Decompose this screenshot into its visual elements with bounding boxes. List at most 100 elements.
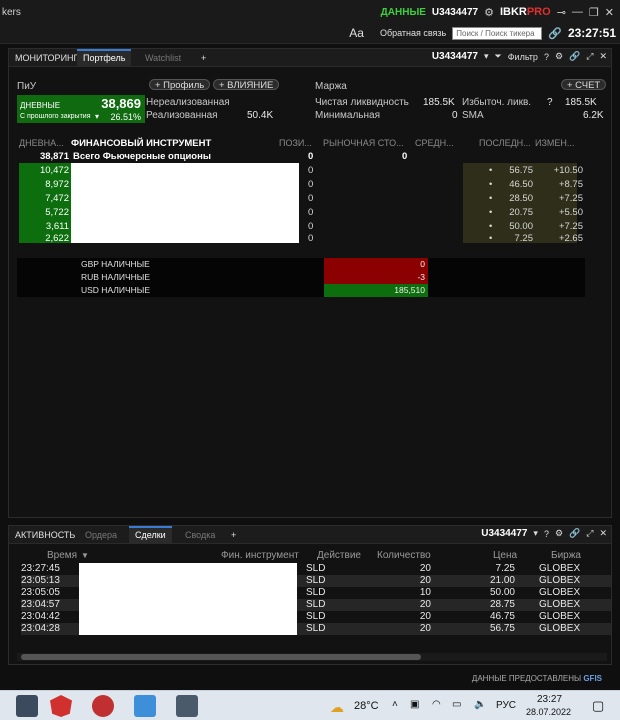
col-action[interactable]: Действие — [317, 550, 361, 562]
settings-gear-icon[interactable]: ⚙ — [555, 528, 563, 539]
settings-gear-icon[interactable]: ⚙ — [555, 51, 563, 62]
minimal-label: Минимальная — [315, 110, 381, 121]
col-change[interactable]: ИЗМЕН... — [535, 137, 574, 150]
realized-value: 50.4K — [247, 110, 274, 121]
cash-row-gbp[interactable]: GBP НАЛИЧНЫЕ 0 — [17, 258, 585, 271]
tray-chevron-icon[interactable]: ˄ — [392, 699, 398, 710]
excess-liquidity-value: 185.5K — [565, 97, 597, 108]
row-position: 0 — [308, 165, 314, 176]
wifi-icon[interactable]: ◠ — [432, 699, 441, 710]
filter-button[interactable]: Фильтр — [508, 52, 538, 62]
add-tab-button[interactable]: + — [195, 49, 212, 67]
row-change: +2.65 — [558, 233, 583, 244]
row-last: 46.50 — [509, 179, 533, 190]
link-icon[interactable]: 🔗 — [548, 27, 562, 40]
brand-logo: IBKRPRO — [499, 6, 551, 18]
tab-watchlist[interactable]: Watchlist — [139, 49, 187, 67]
panel-account-id[interactable]: U3434477 — [481, 528, 527, 539]
cash-row-usd[interactable]: USD НАЛИЧНЫЕ 185,510 — [17, 284, 585, 297]
file-explorer-icon[interactable] — [16, 695, 38, 717]
sma-label: SMA — [462, 110, 484, 121]
tab-monitoring[interactable]: МОНИТОРИНГ — [9, 49, 84, 67]
panel-account-id[interactable]: U3434477 — [432, 51, 478, 62]
close-panel-icon[interactable]: ✕ — [599, 528, 607, 539]
influence-button[interactable]: + ВЛИЯНИЕ — [213, 79, 280, 91]
network-icon[interactable]: ▭ — [452, 699, 461, 710]
restore-icon[interactable]: ❐ — [589, 6, 599, 19]
position-row[interactable]: 7,472 0 • 28.50 +7.25 — [19, 192, 585, 205]
total-row[interactable]: 38,871 Всего Фьючерсные опционы 0 0 — [19, 150, 585, 163]
tab-summary[interactable]: Сводка — [179, 526, 221, 544]
clock: 23:27:51 — [567, 26, 616, 40]
volume-icon[interactable]: 🔈 — [474, 699, 486, 710]
col-time[interactable]: Время — [47, 550, 77, 562]
photos-icon[interactable] — [134, 695, 156, 717]
tab-orders[interactable]: Ордера — [79, 526, 123, 544]
angular-icon[interactable] — [50, 695, 72, 717]
excess-help-icon[interactable]: ? — [547, 97, 553, 108]
cash-row-rub[interactable]: RUB НАЛИЧНЫЕ -3 — [17, 271, 585, 284]
calculator-icon[interactable] — [176, 695, 198, 717]
close-panel-icon[interactable]: ✕ — [599, 51, 607, 62]
trade-action: SLD — [306, 611, 326, 622]
position-row[interactable]: 2,622 0 • 7.25 +2.65 — [19, 232, 585, 245]
col-last[interactable]: ПОСЛЕДН... — [479, 137, 531, 150]
feedback-link[interactable]: Обратная связь — [380, 28, 446, 38]
add-tab-button[interactable]: + — [225, 526, 242, 544]
filter-icon[interactable]: ⏷ — [495, 51, 502, 62]
minimize-icon[interactable]: — — [572, 6, 583, 18]
tab-activity[interactable]: АКТИВНОСТЬ — [9, 526, 81, 544]
temperature[interactable]: 28°C — [354, 700, 379, 712]
col-avg-price[interactable]: СРЕДН... — [415, 137, 454, 150]
ticker-search-input[interactable]: Поиск / Поиск тикера — [452, 26, 543, 40]
app-icon[interactable] — [92, 695, 114, 717]
position-row[interactable]: 8,972 0 • 46.50 +8.75 — [19, 178, 585, 191]
close-icon[interactable]: ✕ — [605, 6, 614, 19]
cash-value: 185,510 — [324, 284, 428, 297]
font-size-button[interactable]: Aa — [349, 26, 364, 40]
account-id[interactable]: U3434477 — [432, 7, 478, 18]
net-liquidity-label: Чистая ликвидность — [315, 97, 409, 108]
total-instrument: Всего Фьючерсные опционы — [73, 151, 211, 162]
minimal-value: 0 — [452, 110, 458, 121]
expand-icon[interactable]: ⤢ — [586, 51, 593, 62]
taskbar-time[interactable]: 23:27 — [537, 694, 562, 705]
scrollbar-thumb[interactable] — [21, 654, 421, 660]
col-price[interactable]: Цена — [493, 550, 517, 562]
col-exchange[interactable]: Биржа — [551, 550, 581, 562]
position-row[interactable]: 5,722 0 • 20.75 +5.50 — [19, 206, 585, 219]
tab-portfolio[interactable]: Портфель — [77, 49, 132, 67]
chevron-down-icon[interactable]: ▾ — [484, 51, 489, 62]
trade-price: 50.00 — [489, 587, 515, 598]
trade-action: SLD — [306, 599, 326, 610]
col-position[interactable]: ПОЗИ... — [279, 137, 312, 150]
link-icon[interactable]: 🔗 — [569, 51, 580, 62]
expand-icon[interactable]: ⤢ — [586, 528, 593, 539]
col-instrument[interactable]: Фин. инструмент — [221, 550, 299, 562]
gear-icon[interactable]: ⚙ — [484, 6, 494, 19]
notifications-icon[interactable]: ▢ — [592, 698, 604, 714]
help-icon[interactable]: ? — [544, 529, 549, 539]
taskbar-date[interactable]: 28.07.2022 — [526, 707, 571, 717]
horizontal-scrollbar[interactable] — [17, 653, 607, 661]
realized-label: Реализованная — [146, 110, 218, 121]
help-icon[interactable]: ? — [544, 52, 549, 62]
col-market-value[interactable]: РЫНОЧНАЯ СТО... — [323, 137, 404, 150]
camera-icon[interactable]: ▣ — [410, 699, 419, 710]
link-icon[interactable]: 🔗 — [569, 528, 580, 539]
col-quantity[interactable]: Количество — [377, 550, 431, 562]
account-button[interactable]: + СЧЕТ — [561, 79, 607, 91]
profile-button[interactable]: + Профиль — [149, 79, 211, 91]
chevron-down-icon[interactable]: ▾ — [533, 528, 538, 539]
weather-icon[interactable]: ☁ — [330, 699, 344, 716]
since-close-label: С прошлого закрытия — [20, 113, 91, 120]
tab-trades[interactable]: Сделки — [129, 526, 172, 544]
col-daily[interactable]: ДНЕВНА... — [19, 137, 64, 150]
position-row[interactable]: 10,472 0 • 56.75 +10.50 — [19, 164, 585, 177]
sort-desc-icon[interactable]: ▼ — [81, 550, 89, 562]
pin-icon[interactable]: ⊸ — [557, 6, 566, 19]
language-indicator[interactable]: РУС — [496, 700, 516, 711]
trade-time: 23:04:57 — [21, 599, 60, 610]
daily-value: 38,869 — [101, 96, 141, 111]
col-instrument[interactable]: ФИНАНСОВЫЙ ИНСТРУМЕНТ — [71, 137, 211, 150]
